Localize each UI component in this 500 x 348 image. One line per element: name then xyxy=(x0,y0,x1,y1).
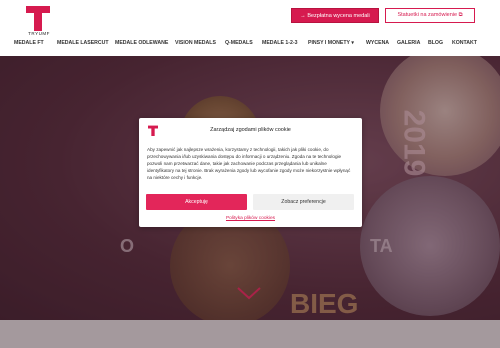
modal-text: Aby zapewnić jak najlepsze wrażenia, kor… xyxy=(147,147,351,180)
modal-title: Zarządzaj zgodami plików cookie xyxy=(210,127,291,133)
nav-item-medale-ft[interactable]: MEDALE FT xyxy=(14,40,44,46)
preferences-button[interactable]: Zobacz preferencje xyxy=(253,194,354,210)
nav-item-odlewane[interactable]: MEDALE ODLEWANE xyxy=(115,40,168,46)
free-quote-button[interactable]: → Bezpłatna wycena medali xyxy=(291,8,379,23)
site-header: TRYUMF → Bezpłatna wycena medali Statuet… xyxy=(0,0,500,56)
accept-button[interactable]: Akceptuję xyxy=(146,194,247,210)
nav-item-123[interactable]: MEDALE 1-2-3 xyxy=(262,40,297,46)
cookie-policy-link[interactable]: Polityka plików cookies xyxy=(139,216,362,221)
nav-item-kontakt[interactable]: KONTAKT xyxy=(452,40,477,46)
nav-item-galeria[interactable]: GALERIA xyxy=(397,40,420,46)
nav-item-vision[interactable]: VISION MEDALS xyxy=(175,40,216,46)
custom-statuettes-button[interactable]: Statuetki na zamówienie ⧉ xyxy=(385,8,475,23)
nav-item-wycena[interactable]: WYCENA xyxy=(366,40,389,46)
nav-item-pinsy[interactable]: PINSY I MONETY ▾ xyxy=(308,40,354,46)
main-nav: MEDALE FT MEDALE LASERCUT MEDALE ODLEWAN… xyxy=(0,35,500,55)
cookie-consent-modal: Zarządzaj zgodami plików cookie Aby zape… xyxy=(139,118,362,227)
tryumf-logo[interactable] xyxy=(26,6,50,32)
nav-item-qmedals[interactable]: Q-MEDALS xyxy=(225,40,253,46)
nav-item-lasercut[interactable]: MEDALE LASERCUT xyxy=(57,40,109,46)
nav-item-blog[interactable]: BLOG xyxy=(428,40,443,46)
